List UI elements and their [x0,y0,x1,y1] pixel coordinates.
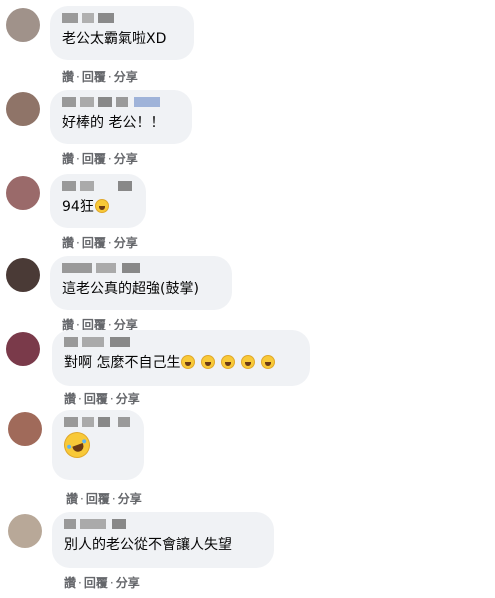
laughing-emoji-icon [181,355,196,369]
like-button[interactable]: 讚 [64,576,76,590]
comment-bubble: 別人的老公從不會讓人失望 [52,512,274,568]
comment-text: 老公太霸氣啦XD [62,31,167,47]
comment-actions: 讚 · 回覆 · 分享 [64,390,140,407]
reply-button[interactable]: 回覆 [82,236,106,250]
comment-text-content: 94狂 [62,199,94,215]
like-button[interactable]: 讚 [66,492,78,506]
reply-button[interactable]: 回覆 [82,152,106,166]
separator-dot: · [76,236,80,250]
comment-text-content: 對啊 怎麼不自己生 [64,355,181,371]
comment-actions: 讚 · 回覆 · 分享 [62,234,138,251]
avatar[interactable] [6,92,40,126]
comment-text: 對啊 怎麼不自己生 [64,354,298,372]
comment-actions: 讚 · 回覆 · 分享 [62,68,138,85]
separator-dot: · [78,392,82,406]
reply-button[interactable]: 回覆 [84,392,108,406]
separator-dot: · [76,70,80,84]
rolling-laughing-emoji-icon [60,428,94,462]
comment-bubble: 對啊 怎麼不自己生 [52,330,310,386]
share-button[interactable]: 分享 [114,152,138,166]
comment-bubble [52,410,144,480]
reply-button[interactable]: 回覆 [84,576,108,590]
avatar[interactable] [6,8,40,42]
like-button[interactable]: 讚 [62,70,74,84]
separator-dot: · [76,152,80,166]
laughing-emoji-icon [221,355,236,369]
avatar[interactable] [8,412,42,446]
comment-bubble: 好棒的 老公！！ [50,90,192,144]
like-button[interactable]: 讚 [62,236,74,250]
separator-dot: · [109,576,114,590]
avatar[interactable] [6,176,40,210]
comment-text: 別人的老公從不會讓人失望 [64,537,232,553]
avatar[interactable] [6,258,40,292]
separator-dot: · [107,236,112,250]
blurred-commenter-name[interactable] [64,518,262,530]
separator-dot: · [107,70,112,84]
comment-actions: 讚 · 回覆 · 分享 [64,574,140,591]
separator-dot: · [109,392,114,406]
comment-text: 這老公真的超強(鼓掌) [62,281,199,297]
laughing-emoji-icon [94,199,109,213]
comment-text: 94狂 [62,198,134,216]
reply-button[interactable]: 回覆 [82,70,106,84]
separator-dot: · [80,492,84,506]
separator-dot: · [107,152,112,166]
share-button[interactable]: 分享 [118,492,142,506]
reply-button[interactable]: 回覆 [86,492,110,506]
comment-actions: 讚 · 回覆 · 分享 [66,490,142,507]
share-button[interactable]: 分享 [116,576,140,590]
share-button[interactable]: 分享 [116,392,140,406]
laughing-emoji-icon [241,355,256,369]
blurred-commenter-name[interactable] [62,96,180,108]
comment-actions: 讚 · 回覆 · 分享 [62,150,138,167]
like-button[interactable]: 讚 [64,392,76,406]
laughing-emoji-icon [201,355,216,369]
comment-bubble: 94狂 [50,174,146,228]
blurred-commenter-name[interactable] [62,262,220,274]
blurred-commenter-name[interactable] [62,180,134,192]
blurred-commenter-name[interactable] [64,416,132,428]
comment-text: 好棒的 老公！！ [62,115,165,131]
separator-dot: · [111,492,116,506]
comment-bubble: 老公太霸氣啦XD [50,6,194,60]
share-button[interactable]: 分享 [114,236,138,250]
like-button[interactable]: 讚 [62,152,74,166]
avatar[interactable] [8,514,42,548]
share-button[interactable]: 分享 [114,70,138,84]
avatar[interactable] [6,332,40,366]
laughing-emoji-icon [261,355,276,369]
blurred-commenter-name[interactable] [62,12,182,24]
separator-dot: · [78,576,82,590]
comment-bubble: 這老公真的超強(鼓掌) [50,256,232,310]
blurred-commenter-name[interactable] [64,336,298,348]
